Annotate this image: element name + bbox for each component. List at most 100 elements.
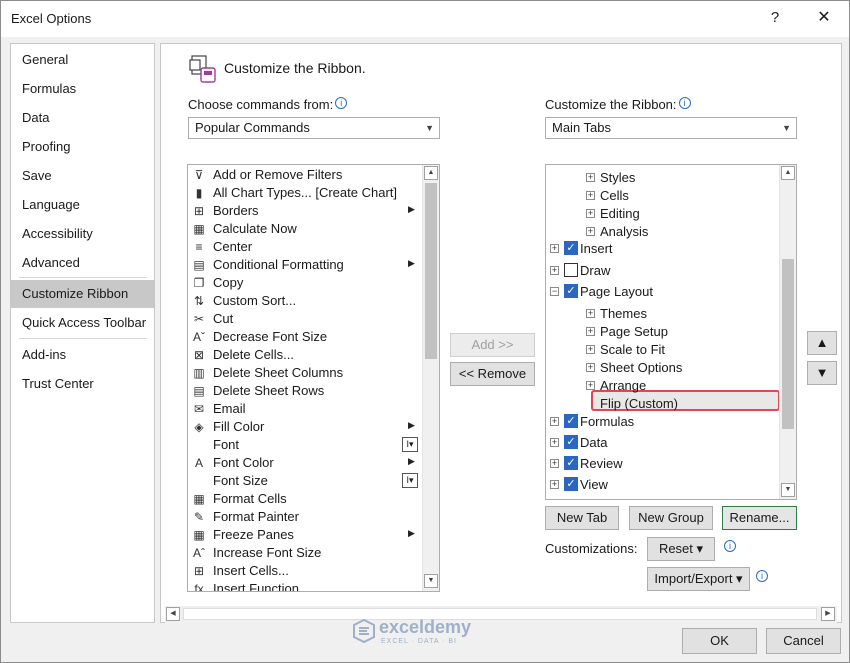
command-item[interactable]: ▦ Freeze Panes ▶ [188, 526, 428, 544]
command-item[interactable]: ◈ Fill Color ▶ [188, 418, 428, 436]
tree-item[interactable]: + Arrange [546, 376, 776, 396]
choose-commands-dropdown[interactable]: Popular Commands ▼ [188, 117, 440, 139]
expand-icon[interactable]: + [586, 191, 595, 200]
command-item[interactable]: ≡ Center [188, 238, 428, 256]
close-button[interactable]: ✕ [813, 7, 835, 29]
tree-item[interactable]: + Scale to Fit [546, 340, 776, 360]
commands-scrollbar[interactable]: ▲ ▼ [422, 165, 439, 591]
tab-checkbox[interactable]: ✓ [564, 456, 578, 470]
info-icon[interactable]: i [335, 97, 348, 109]
command-item[interactable]: ⊞ Insert Cells... [188, 562, 428, 580]
nav-item-advanced[interactable]: Advanced [11, 249, 154, 277]
cancel-button[interactable]: Cancel [766, 628, 841, 654]
nav-item-trust-center[interactable]: Trust Center [11, 370, 154, 398]
nav-item-save[interactable]: Save [11, 162, 154, 190]
command-item[interactable]: ✂ Cut [188, 310, 428, 328]
expand-icon[interactable]: + [586, 209, 595, 218]
commands-list[interactable]: ⊽ Add or Remove Filters ▮ All Chart Types..… [187, 164, 440, 592]
expand-icon[interactable]: + [550, 438, 559, 447]
tree-item[interactable]: + Draw [546, 261, 776, 281]
ok-button[interactable]: OK [682, 628, 757, 654]
expand-icon[interactable]: + [586, 309, 595, 318]
tree-scrollbar[interactable]: ▲ ▼ [779, 165, 796, 499]
scroll-thumb[interactable] [425, 183, 437, 359]
command-item[interactable]: ▤ Delete Sheet Rows [188, 382, 428, 400]
command-item[interactable]: ⊠ Delete Cells... [188, 346, 428, 364]
tree-item[interactable]: + ✓ Insert [546, 239, 776, 259]
tab-checkbox[interactable]: ✓ [564, 241, 578, 255]
command-item[interactable]: ✎ Format Painter [188, 508, 428, 526]
scroll-right-icon[interactable]: ▶ [821, 607, 835, 621]
tab-checkbox[interactable]: ✓ [564, 477, 578, 491]
tab-checkbox[interactable]: ✓ [564, 284, 578, 298]
expand-icon[interactable]: + [586, 345, 595, 354]
command-item[interactable]: ▤ Conditional Formatting ▶ [188, 256, 428, 274]
scroll-up-icon[interactable]: ▲ [781, 166, 795, 180]
nav-item-language[interactable]: Language [11, 191, 154, 219]
scroll-thumb[interactable] [782, 259, 794, 429]
nav-item-formulas[interactable]: Formulas [11, 75, 154, 103]
command-item[interactable]: fx Insert Function... [188, 580, 428, 591]
rename-button[interactable]: Rename... [722, 506, 797, 530]
remove-button[interactable]: << Remove [450, 362, 535, 386]
add-button[interactable]: Add >> [450, 333, 535, 357]
scroll-up-icon[interactable]: ▲ [424, 166, 438, 180]
ribbon-tree[interactable]: + Styles + Cells + Editing + Analysis + ✓ Insert + D… [545, 164, 797, 500]
tree-item[interactable]: + Themes [546, 304, 776, 324]
nav-item-customize-ribbon[interactable]: Customize Ribbon [11, 280, 154, 308]
expand-icon[interactable]: + [550, 459, 559, 468]
scroll-left-icon[interactable]: ◀ [166, 607, 180, 621]
nav-item-add-ins[interactable]: Add-ins [11, 341, 154, 369]
tree-item[interactable]: + ✓ Review [546, 454, 776, 474]
nav-item-proofing[interactable]: Proofing [11, 133, 154, 161]
move-up-button[interactable]: ▲ [807, 331, 837, 355]
collapse-icon[interactable]: − [550, 287, 559, 296]
tree-item[interactable]: − ✓ Page Layout [546, 282, 776, 302]
tab-checkbox[interactable] [564, 263, 578, 277]
expand-icon[interactable]: + [550, 244, 559, 253]
command-item[interactable]: ▥ Delete Sheet Columns [188, 364, 428, 382]
import-export-button[interactable]: Import/Export ▾ [647, 567, 750, 591]
command-item[interactable]: ⇅ Custom Sort... [188, 292, 428, 310]
command-item[interactable]: ▦ Calculate Now [188, 220, 428, 238]
command-item[interactable]: Font I▾ [188, 436, 428, 454]
command-item[interactable]: A Font Color ▶ [188, 454, 428, 472]
expand-icon[interactable]: + [586, 173, 595, 182]
nav-item-quick-access-toolbar[interactable]: Quick Access Toolbar [11, 309, 154, 337]
command-item[interactable]: ⊽ Add or Remove Filters [188, 166, 428, 184]
info-icon[interactable]: i [724, 540, 736, 552]
move-down-button[interactable]: ▼ [807, 361, 837, 385]
tree-item[interactable]: + Cells [546, 186, 776, 206]
tab-checkbox[interactable]: ✓ [564, 414, 578, 428]
info-icon[interactable]: i [756, 570, 768, 582]
expand-icon[interactable]: + [586, 227, 595, 236]
help-button[interactable]: ? [765, 9, 785, 29]
tree-item[interactable]: + ✓ Data [546, 433, 776, 453]
tree-item[interactable]: + Page Setup [546, 322, 776, 342]
expand-icon[interactable]: + [550, 480, 559, 489]
tree-item[interactable]: + Sheet Options [546, 358, 776, 378]
tree-item[interactable]: + Styles [546, 168, 776, 188]
command-item[interactable]: ▦ Format Cells [188, 490, 428, 508]
info-icon[interactable]: i [678, 97, 691, 109]
scroll-down-icon[interactable]: ▼ [424, 574, 438, 588]
expand-icon[interactable]: + [586, 381, 595, 390]
new-tab-button[interactable]: New Tab [545, 506, 619, 530]
expand-icon[interactable]: + [586, 327, 595, 336]
tree-item[interactable]: + ✓ Formulas [546, 412, 776, 432]
expand-icon[interactable]: + [550, 266, 559, 275]
nav-item-accessibility[interactable]: Accessibility [11, 220, 154, 248]
tree-item-selected[interactable]: Flip (Custom) [546, 394, 776, 414]
new-group-button[interactable]: New Group [629, 506, 713, 530]
expand-icon[interactable]: + [550, 417, 559, 426]
command-item[interactable]: Aˇ Decrease Font Size [188, 328, 428, 346]
tree-item[interactable]: + Editing [546, 204, 776, 224]
scroll-down-icon[interactable]: ▼ [781, 483, 795, 497]
nav-item-general[interactable]: General [11, 46, 154, 74]
expand-icon[interactable]: + [586, 363, 595, 372]
customize-ribbon-dropdown[interactable]: Main Tabs ▼ [545, 117, 797, 139]
tab-checkbox[interactable]: ✓ [564, 435, 578, 449]
reset-button[interactable]: Reset ▾ [647, 537, 715, 561]
command-item[interactable]: ✉ Email [188, 400, 428, 418]
command-item[interactable]: Aˆ Increase Font Size [188, 544, 428, 562]
